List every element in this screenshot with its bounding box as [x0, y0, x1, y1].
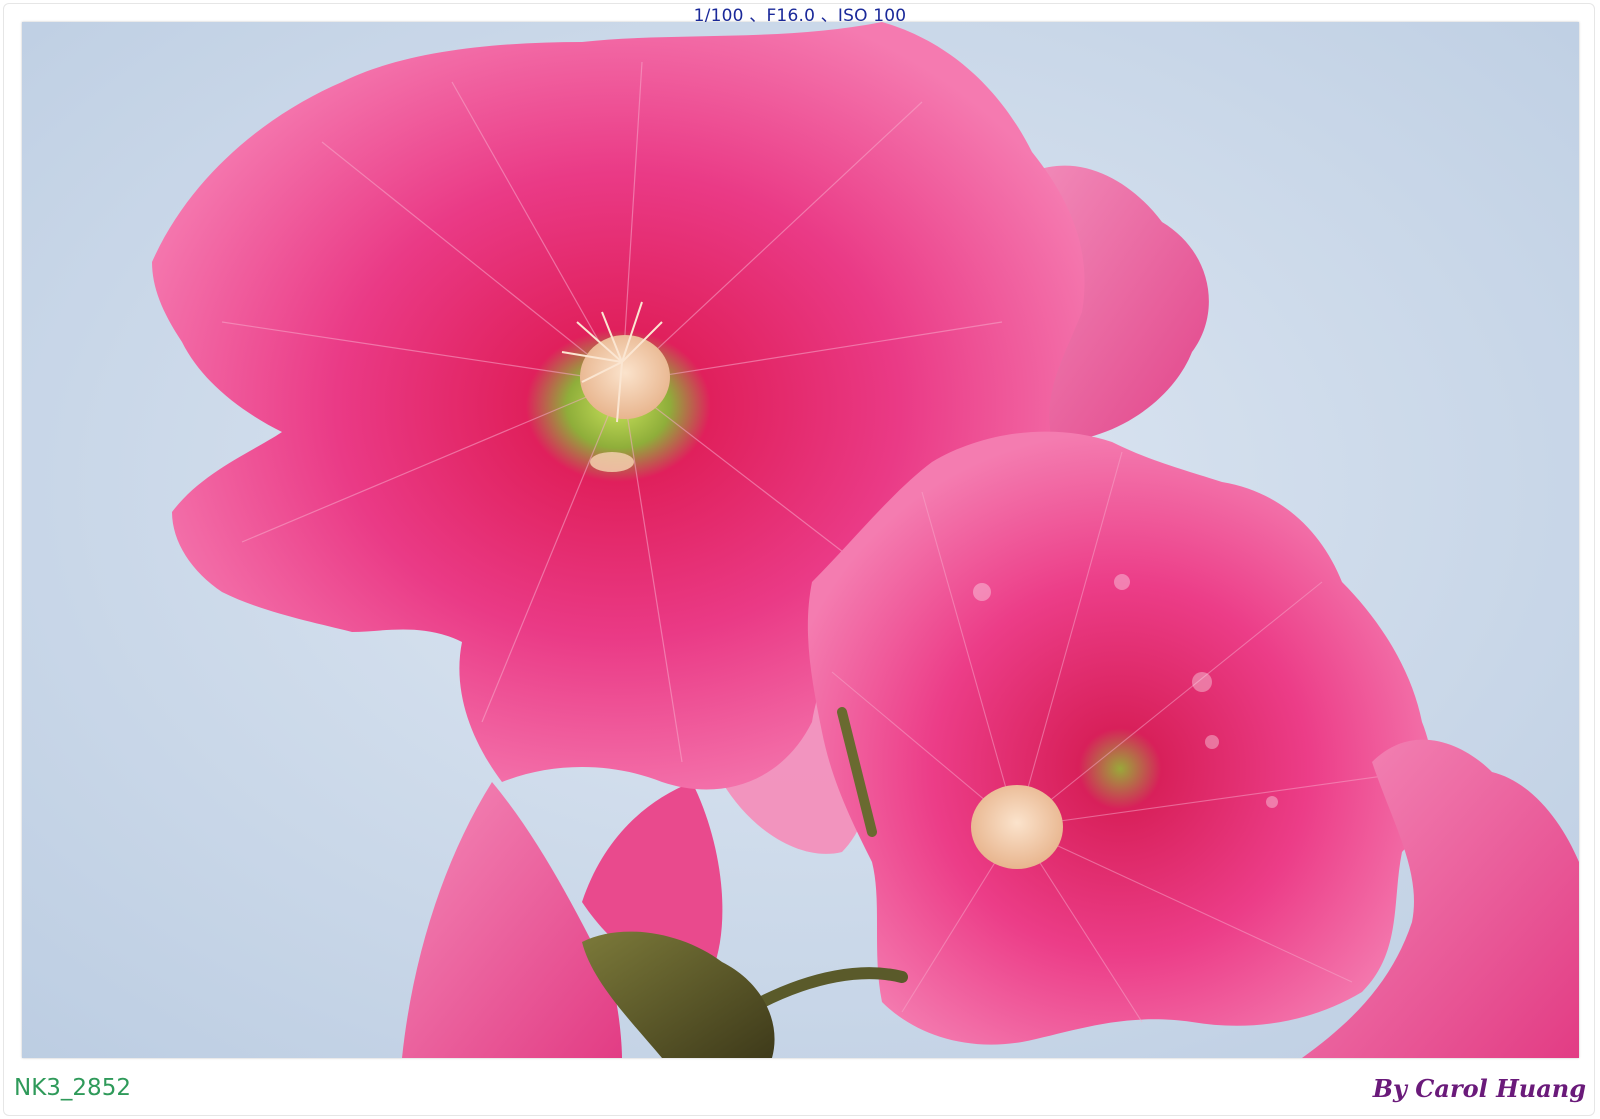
main-flower-pollen — [590, 452, 634, 472]
file-id-label: NK3_2852 — [14, 1075, 131, 1101]
lower-flower-pistil — [971, 785, 1063, 869]
photographer-byline: By Carol Huang — [1372, 1074, 1586, 1103]
hollyhock-illustration — [22, 22, 1579, 1058]
photo-frame: 1/100 、F16.0 、ISO 100 NK3_2852 By Carol … — [0, 0, 1600, 1119]
flower-photo — [22, 22, 1579, 1058]
